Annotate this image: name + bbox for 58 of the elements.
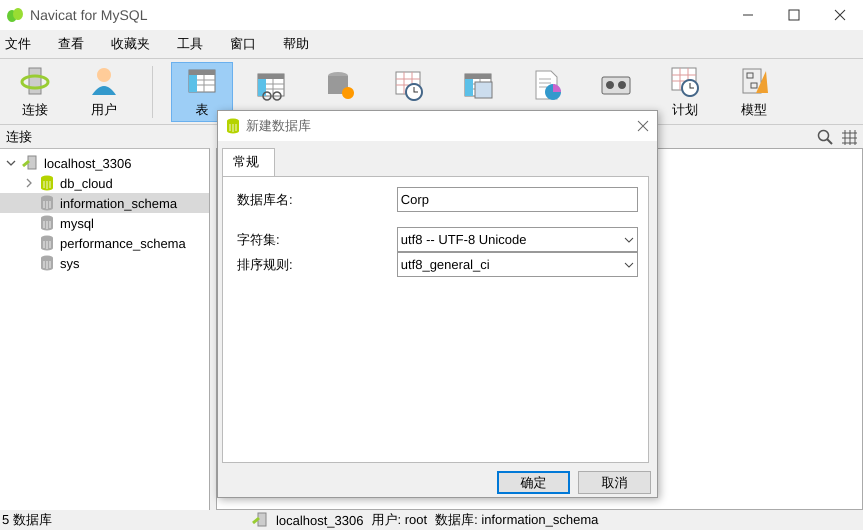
menu-item[interactable]: 查看 [53,35,89,53]
event-icon [393,68,425,100]
tree-label: mysql [60,216,94,230]
database-icon [40,215,54,231]
database-icon [40,195,54,211]
tree-item[interactable]: sys [0,253,209,273]
database-icon [40,235,54,251]
database-icon [40,175,54,191]
collapse-icon[interactable] [6,159,16,167]
tree-item[interactable]: information_schema [0,193,209,213]
toolbar-button[interactable]: 连接 [4,62,66,122]
tree-label: db_cloud [60,176,113,190]
database-icon [226,118,240,134]
panel-title: 连接 [6,128,32,146]
tree-label: information_schema [60,196,178,210]
dialog-button[interactable]: 确定 [497,471,570,494]
dropdown[interactable]: utf8 -- UTF-8 Unicode [396,227,638,252]
connect-icon [19,64,51,96]
status-user: 用户: root [371,511,428,529]
server-icon [252,512,268,528]
menu-item[interactable]: 工具 [172,35,208,53]
close-icon[interactable] [637,120,649,132]
database-icon [40,255,54,271]
field-label: 数据库名: [237,190,294,208]
tab[interactable]: 常规 [222,148,275,176]
toolbar-button[interactable]: 模型 [723,62,785,122]
tree-item[interactable]: mysql [0,213,209,233]
status-connection: localhost_3306 [276,512,364,528]
tree-item[interactable]: db_cloud [0,173,209,193]
schedule-icon [669,64,701,96]
menu-item[interactable]: 窗口 [225,35,261,53]
status-database: 数据库: information_schema [435,511,598,529]
search-icon[interactable] [817,128,833,144]
menu-item[interactable]: 收藏夹 [106,35,155,53]
tree-label: localhost_3306 [44,156,132,170]
menu-item[interactable]: 帮助 [278,35,314,53]
server-icon [22,155,38,171]
caret-icon [624,262,634,268]
status-count: 5 数据库 [1,511,53,529]
expand-icon[interactable] [25,178,33,188]
leaf-logo-icon [6,7,24,23]
dialog-title: 新建数据库 [246,117,311,135]
caret-icon [624,236,634,242]
menu-item[interactable]: 文件 [0,35,36,53]
tree-item[interactable]: performance_schema [0,233,209,253]
dropdown[interactable]: utf8_general_ci [396,252,638,277]
dialog-button[interactable]: 取消 [578,471,651,494]
toolbar-button[interactable]: 用户 [73,62,135,122]
tree-label: performance_schema [60,236,186,250]
toolbar-button[interactable]: 计划 [654,62,716,122]
toolbar-button[interactable]: 表 [171,62,233,122]
field-label: 排序规则: [237,256,294,274]
tree-label: sys [60,256,80,270]
grid-icon[interactable] [841,128,857,144]
window-title: Navicat for MySQL [30,7,148,23]
field-label: 字符集: [237,230,281,248]
tree-item[interactable]: localhost_3306 [0,153,209,173]
input-field[interactable]: Corp [396,187,638,212]
